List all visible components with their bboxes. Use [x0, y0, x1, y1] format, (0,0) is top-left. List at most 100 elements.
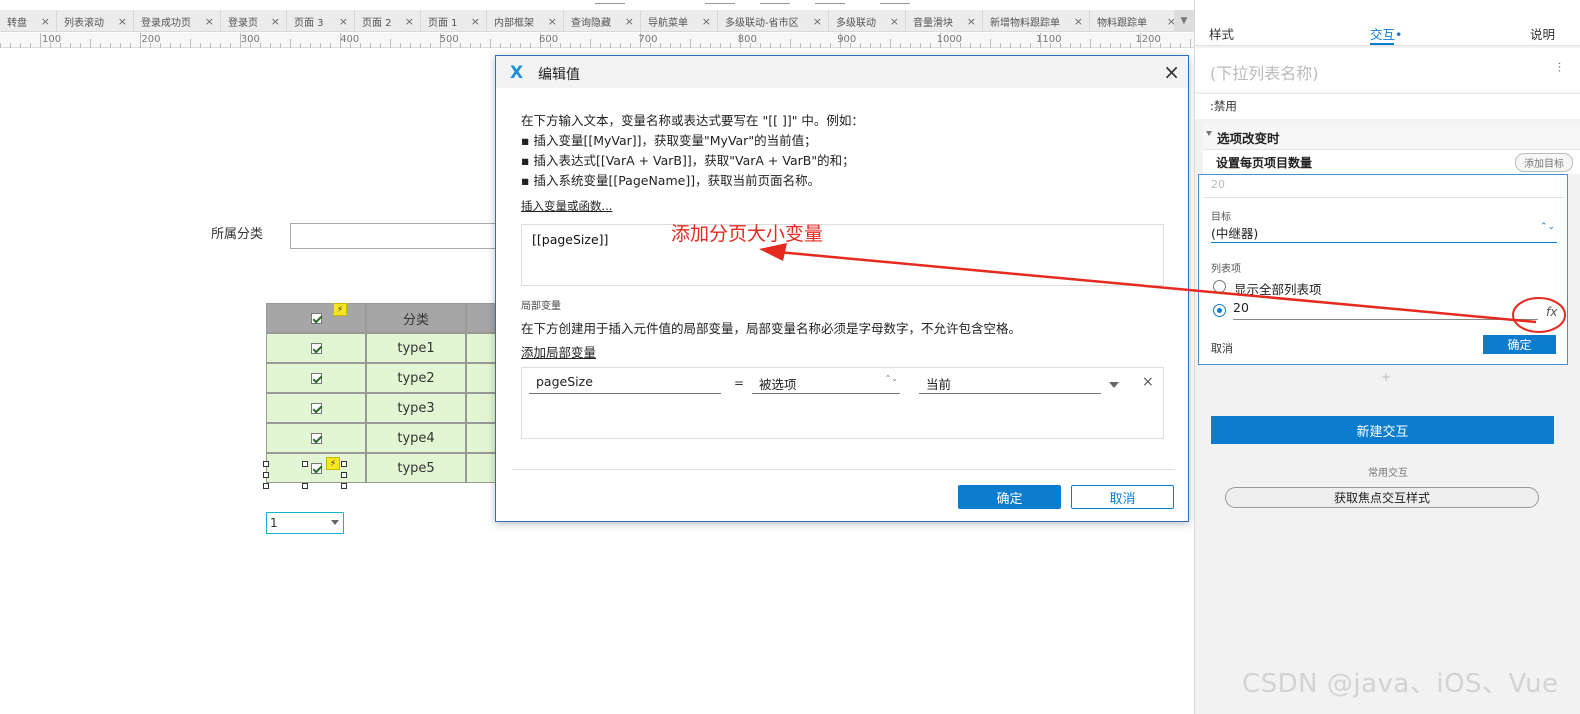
page-tab[interactable]: 物料跟踪单 × [1090, 10, 1183, 31]
selection-handle-icon[interactable] [263, 472, 269, 478]
active-tab-indicator [1370, 43, 1394, 45]
table-row[interactable]: type4 [266, 423, 498, 453]
count-value-input[interactable]: 20 [1233, 300, 1538, 320]
selection-handle-icon[interactable] [341, 483, 347, 489]
row-checkbox[interactable] [310, 432, 322, 444]
add-local-variable-link[interactable]: 添加局部变量 [521, 342, 596, 361]
selection-handle-icon[interactable] [263, 483, 269, 489]
page-tab[interactable]: 多级联动-省市区 × [718, 10, 829, 31]
row-checkbox-cell[interactable] [266, 363, 366, 393]
close-icon[interactable]: × [205, 15, 214, 28]
page-tab-label: 登录页 [228, 17, 258, 29]
settings-sliders-icon[interactable]: ⫶ [1558, 61, 1561, 76]
close-icon[interactable]: × [625, 15, 634, 28]
cancel-button[interactable]: 取消 [1071, 485, 1174, 509]
table-row[interactable]: type2 [266, 363, 498, 393]
ok-button[interactable]: 确定 [958, 485, 1061, 509]
row-checkbox[interactable] [310, 342, 322, 354]
count-radio[interactable] [1213, 304, 1226, 317]
header-checkbox-cell[interactable] [266, 303, 366, 333]
action-set-items-per-page[interactable]: 设置每页项目数量 添加目标 [1203, 150, 1580, 174]
page-tab-label: 物料跟踪单 [1097, 17, 1147, 29]
fx-icon[interactable]: fx [1546, 305, 1557, 319]
tab-interactions[interactable]: 交互• [1370, 24, 1402, 43]
row-checkbox[interactable] [310, 462, 322, 474]
table-row[interactable]: type5 [266, 453, 498, 483]
close-icon[interactable]: × [702, 15, 711, 28]
action-cancel-link[interactable]: 取消 [1211, 340, 1233, 356]
close-icon[interactable]: × [967, 15, 976, 28]
selection-handle-icon[interactable] [302, 483, 308, 489]
page-tab[interactable]: 多级联动 × [829, 10, 906, 31]
row-checkbox-cell[interactable] [266, 333, 366, 363]
close-icon[interactable]: × [271, 15, 280, 28]
selection-handle-icon[interactable] [302, 461, 308, 467]
row-checkbox-cell[interactable] [266, 393, 366, 423]
value-editor[interactable]: [[pageSize]] [521, 224, 1164, 286]
page-tab[interactable]: 页面 2 × [355, 10, 421, 31]
widget-name-field[interactable]: (下拉列表名称) ⫶ [1195, 48, 1580, 92]
header-checkbox[interactable] [310, 312, 322, 324]
close-icon[interactable]: × [1163, 60, 1180, 84]
target-select[interactable]: (中继器) ⌃⌄ [1211, 223, 1557, 243]
tab-notes[interactable]: 说明 [1530, 24, 1555, 43]
close-icon[interactable]: × [339, 15, 348, 28]
page-tab[interactable]: 音量滑块 × [906, 10, 983, 31]
close-icon[interactable]: × [471, 15, 480, 28]
close-icon[interactable]: × [813, 15, 822, 28]
disabled-state-row[interactable]: :禁用 [1195, 93, 1580, 119]
count-value: 20 [1233, 300, 1249, 315]
page-tab[interactable]: 登录成功页 × [134, 10, 221, 31]
insert-variable-link[interactable]: 插入变量或函数... [521, 198, 612, 214]
event-option-changed[interactable]: 选项改变时 [1203, 124, 1580, 150]
selection-handle-icon[interactable] [341, 472, 347, 478]
ruler-label: 600 [539, 34, 559, 45]
selection-handle-icon[interactable] [341, 461, 347, 467]
page-tab[interactable]: 页面 1 × [421, 10, 487, 31]
page-tab[interactable]: 列表滚动 × [57, 10, 134, 31]
dropdown-arrow-icon[interactable] [1109, 382, 1119, 388]
page-tab[interactable]: 转盘 × [0, 10, 57, 31]
local-variable-type-select[interactable]: 被选项 ⌃⌄ [752, 374, 900, 394]
table-row[interactable]: type1 [266, 333, 498, 363]
chevron-updown-icon: ⌃⌄ [1539, 222, 1555, 232]
category-input[interactable] [290, 223, 500, 249]
page-tab[interactable]: 登录页 × [221, 10, 287, 31]
close-icon[interactable]: × [405, 15, 414, 28]
focus-style-interaction-button[interactable]: 获取焦点交互样式 [1225, 487, 1539, 508]
close-icon[interactable]: × [548, 15, 557, 28]
row-checkbox[interactable] [310, 372, 322, 384]
delete-icon[interactable]: × [1142, 374, 1154, 390]
new-interaction-button[interactable]: 新建交互 [1211, 416, 1554, 444]
close-icon[interactable]: × [118, 15, 127, 28]
tab-style[interactable]: 样式 [1209, 24, 1234, 43]
close-icon[interactable]: × [890, 15, 899, 28]
show-all-radio[interactable] [1213, 280, 1226, 293]
page-tab-label: 页面 3 [294, 17, 324, 29]
close-icon[interactable]: × [1074, 15, 1083, 28]
row-extra-cell [466, 423, 498, 453]
local-variable-source-select[interactable]: 当前 [919, 374, 1101, 394]
ruler-tick [190, 39, 191, 48]
row-extra-cell [466, 363, 498, 393]
add-target-button[interactable]: 添加目标 [1515, 153, 1573, 172]
action-ok-button[interactable]: 确定 [1483, 335, 1556, 354]
row-checkbox-cell[interactable] [266, 423, 366, 453]
table-row[interactable]: type3 [266, 393, 498, 423]
ruler-tick [790, 39, 791, 48]
close-icon[interactable]: × [41, 15, 50, 28]
page-tab[interactable]: 导航菜单 × [641, 10, 718, 31]
summary-divider [1203, 197, 1565, 198]
tab-overflow-button[interactable]: ▼ [1174, 10, 1194, 31]
page-tab[interactable]: 页面 3 × [287, 10, 355, 31]
repeater-table[interactable]: 分类 type1 type2 type3 type4 type5 ⚡ [266, 303, 498, 483]
add-action-icon[interactable]: + [1381, 370, 1391, 384]
page-tab[interactable]: 新增物料跟踪单 × [983, 10, 1090, 31]
row-checkbox-cell[interactable] [266, 453, 366, 483]
local-variable-name-input[interactable]: pageSize [529, 374, 721, 394]
page-tab[interactable]: 内部框架 × [487, 10, 564, 31]
selection-handle-icon[interactable] [263, 461, 269, 467]
page-size-dropdown[interactable]: 1 [266, 512, 344, 534]
row-checkbox[interactable] [310, 402, 322, 414]
page-tab[interactable]: 查询隐藏 × [564, 10, 641, 31]
